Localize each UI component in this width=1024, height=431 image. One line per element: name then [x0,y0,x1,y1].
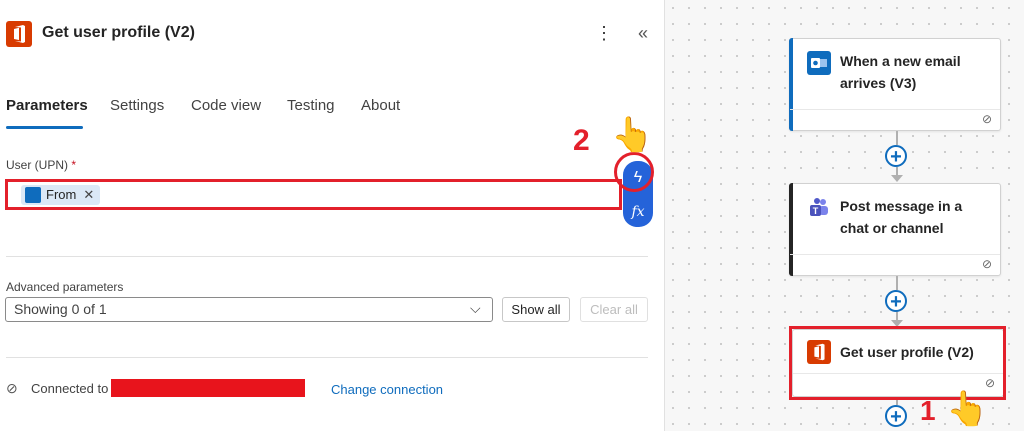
link-icon: ⊘ [981,112,992,126]
connector-line [896,131,898,145]
trigger-card-email[interactable]: When a new email arrives (V3) ⊘ [789,38,1001,131]
link-icon: ⊘ [981,257,992,271]
connector-line [896,167,898,175]
user-upn-label: User (UPN) * [6,158,76,172]
tab-about[interactable]: About [361,97,400,114]
section-divider [6,357,648,358]
step-2-annotation: 2 [573,124,590,157]
action-card-teams[interactable]: T Post message in a chat or channel ⊘ [789,183,1001,276]
connected-to-label: Connected to [31,381,109,396]
insert-step-button[interactable]: + [885,405,907,427]
advanced-parameters-label: Advanced parameters [6,280,124,294]
tab-settings[interactable]: Settings [110,97,164,114]
connector-line [896,276,898,290]
redacted-account [111,379,305,397]
arrow-down-icon [891,175,903,182]
pointing-hand-icon: 👆 [946,390,989,428]
advanced-parameters-select[interactable]: Showing 0 of 1 [5,297,493,322]
token-label: From [46,187,77,202]
tab-code-view[interactable]: Code view [191,97,261,114]
connection-link-icon: ⊘ [6,380,18,396]
change-connection-link[interactable]: Change connection [331,382,443,397]
clear-all-button[interactable]: Clear all [580,297,648,322]
card-footer: ⊘ [790,109,1000,130]
tab-testing[interactable]: Testing [287,97,335,114]
more-options-icon[interactable]: ⋮ [595,22,613,46]
from-token[interactable]: From ✕ [21,185,101,205]
insert-step-button[interactable]: + [885,145,907,167]
required-mark: * [71,158,77,172]
insert-step-button[interactable]: + [885,290,907,312]
office-icon [6,21,32,47]
card-title: Post message in a chat or channel [840,198,963,236]
active-tab-indicator [6,126,83,129]
expression-icon[interactable]: fx [627,202,649,222]
panel-title: Get user profile (V2) [42,24,195,41]
step-1-annotation: 1 [920,395,936,426]
remove-token-icon[interactable]: ✕ [83,185,94,205]
card-footer: ⊘ [790,254,1000,275]
card-title: When a new email arrives (V3) [840,53,961,91]
action-details-panel [0,0,665,431]
user-upn-label-text: User (UPN) [6,158,68,172]
teams-icon: T [807,196,831,220]
section-divider [6,256,648,257]
outlook-icon [807,51,831,75]
connector-line [896,312,898,320]
dynamic-content-highlight [614,152,654,192]
outlook-icon [25,187,41,203]
selected-card-highlight [789,326,1006,400]
tab-parameters[interactable]: Parameters [6,97,88,114]
chevron-down-icon[interactable]: ⌵ [470,300,481,317]
pointing-hand-icon: 👆 [611,116,654,154]
collapse-panel-icon[interactable]: « [632,22,654,46]
show-all-button[interactable]: Show all [502,297,570,322]
svg-text:T: T [813,206,819,216]
